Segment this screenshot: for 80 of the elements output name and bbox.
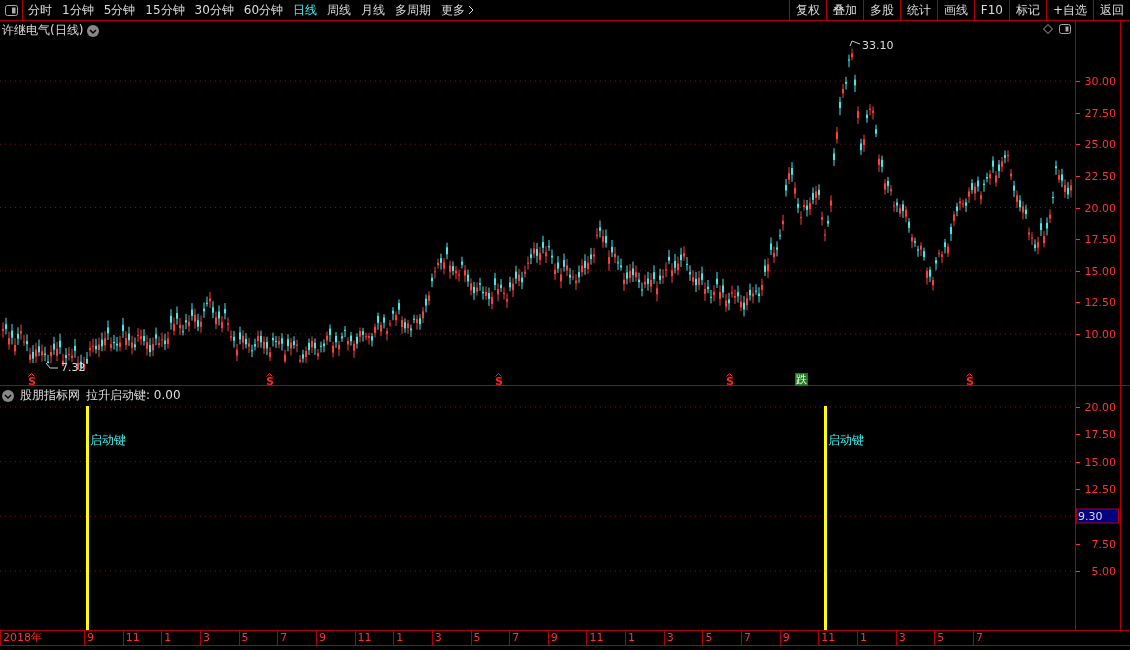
toolbar-button[interactable]: 复权	[788, 0, 826, 20]
toolbar-button[interactable]: 标记	[1008, 0, 1046, 20]
toolbar-button[interactable]: F10	[973, 0, 1009, 20]
sell-signal: S	[495, 373, 503, 386]
date-label: 2018年	[0, 631, 42, 645]
date-label: 9	[779, 631, 790, 645]
date-label: 1	[857, 631, 867, 645]
date-label: 1	[161, 631, 172, 645]
toolbar-button[interactable]: 叠加	[825, 0, 863, 20]
toolbar-button[interactable]: 画线	[936, 0, 974, 20]
low-price-label: 7.32	[61, 361, 86, 374]
date-label: 11	[354, 631, 372, 645]
axis-label: 12.50	[1084, 482, 1116, 496]
signal-label: 启动键	[90, 432, 126, 449]
axis-label: 5.00	[1091, 564, 1116, 578]
indicator-reading: 拉升启动键: 0.00	[86, 387, 181, 404]
date-label: 9	[315, 631, 326, 645]
fall-signal: 跌	[795, 373, 808, 386]
date-label: 9	[547, 631, 558, 645]
date-label: 7	[277, 631, 288, 645]
period-tab[interactable]: 60分钟	[238, 0, 289, 20]
period-tab[interactable]: 30分钟	[189, 0, 239, 20]
date-label: 5	[470, 631, 481, 645]
axis-label: 20.00	[1084, 400, 1116, 414]
axis-label: 10.00	[1084, 327, 1116, 341]
current-value-label: 9.30	[1076, 508, 1119, 524]
period-tab[interactable]: 1分钟	[57, 0, 99, 20]
date-label: 7	[972, 631, 983, 645]
date-label: 11	[586, 631, 604, 645]
period-tab[interactable]: 多周期	[390, 0, 437, 20]
date-label: 11	[818, 631, 836, 645]
axis-label: 7.50	[1091, 537, 1116, 551]
period-tab[interactable]: 15分钟	[140, 0, 190, 20]
date-label: 5	[238, 631, 249, 645]
sell-signal: S	[966, 373, 974, 386]
toolbar-button[interactable]: 多股	[862, 0, 900, 20]
date-label: 7	[741, 631, 752, 645]
date-label: 3	[895, 631, 906, 645]
sell-signal: S	[266, 373, 274, 386]
axis-label: 20.00	[1084, 201, 1116, 214]
period-tab[interactable]: 月线	[356, 0, 391, 20]
panel-toggle-icon[interactable]	[4, 4, 18, 16]
high-price-label: 33.10	[862, 39, 894, 52]
toolbar-button[interactable]: 统计	[899, 0, 937, 20]
axis-label: 15.00	[1084, 455, 1116, 469]
signal-label: 启动键	[828, 432, 864, 449]
date-label: 9	[84, 631, 94, 645]
axis-label: 27.50	[1084, 106, 1116, 120]
axis-label: 25.00	[1084, 137, 1116, 151]
period-tab[interactable]: 日线	[288, 0, 323, 20]
diamond-icon[interactable]	[1043, 24, 1053, 34]
panel-toggle-icon[interactable]	[1059, 24, 1071, 34]
axis-label: 12.50	[1084, 295, 1116, 309]
date-label: 1	[625, 631, 636, 645]
date-label: 5	[702, 631, 713, 645]
date-label: 1	[393, 631, 404, 645]
chart-title: 许继电气(日线)	[2, 22, 84, 39]
date-label: 3	[663, 631, 674, 645]
chevron-icon	[468, 5, 475, 15]
date-label: 7	[509, 631, 520, 645]
axis-label: 22.50	[1084, 169, 1116, 183]
period-tab[interactable]: 5分钟	[98, 0, 141, 20]
more-button[interactable]: 更多	[436, 0, 480, 20]
period-tab[interactable]: 周线	[322, 0, 357, 20]
dropdown-icon[interactable]	[2, 389, 14, 402]
toolbar-button[interactable]: 返回	[1093, 0, 1130, 20]
axis-label: 17.50	[1084, 427, 1116, 441]
indicator-name: 股朋指标网	[20, 387, 80, 404]
period-tab[interactable]: 分时	[23, 0, 57, 20]
date-label: 3	[431, 631, 442, 645]
axis-label: 30.00	[1084, 74, 1116, 88]
axis-label: 15.00	[1084, 264, 1116, 278]
dropdown-icon[interactable]	[87, 24, 100, 37]
date-label: 11	[122, 631, 140, 645]
sell-signal: S	[726, 373, 734, 386]
date-label: 3	[199, 631, 210, 645]
date-label: 5	[934, 631, 945, 645]
axis-label: 17.50	[1084, 232, 1116, 246]
sell-signal: S	[28, 373, 36, 386]
toolbar-button[interactable]: +自选	[1045, 0, 1093, 20]
